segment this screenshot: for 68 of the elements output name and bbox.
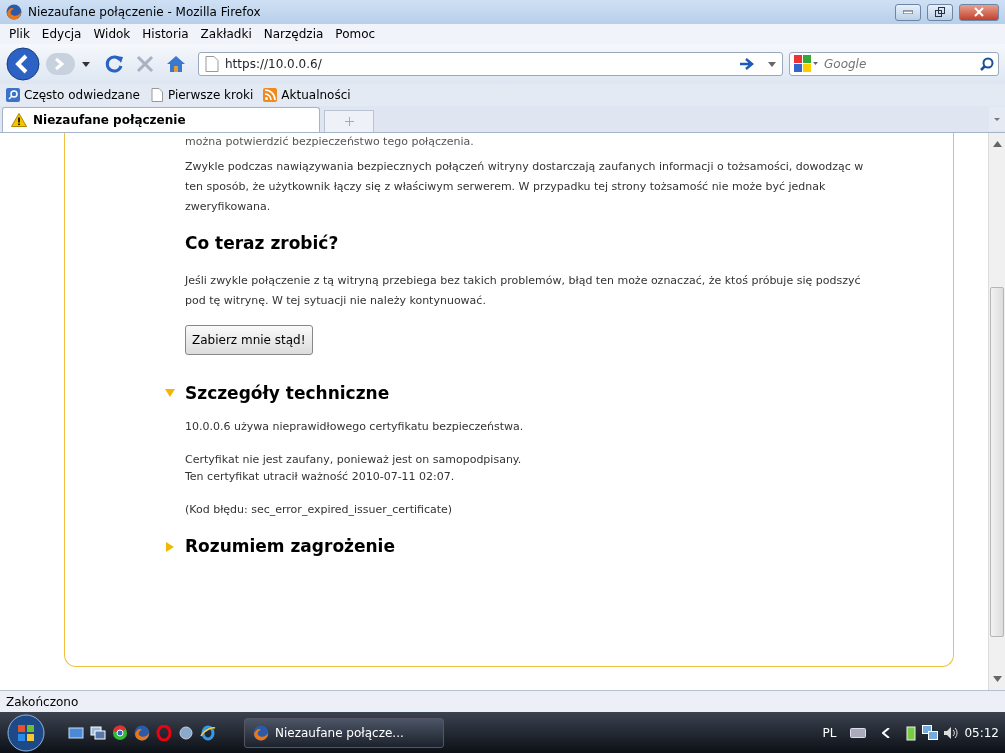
section-heading: Co teraz zrobić? xyxy=(185,232,340,255)
menu-item[interactable]: Pomoc xyxy=(330,25,381,43)
minimize-icon xyxy=(903,10,913,14)
start-button[interactable] xyxy=(6,713,46,752)
volume-icon[interactable] xyxy=(944,726,959,739)
window-switch-icon[interactable] xyxy=(90,724,106,741)
window-title: Niezaufane połączenie - Mozilla Firefox xyxy=(28,4,262,21)
firefox-icon xyxy=(6,4,22,20)
scroll-down-icon[interactable] xyxy=(992,676,1002,682)
close-button[interactable] xyxy=(959,3,999,21)
opera-icon[interactable] xyxy=(156,724,172,741)
section-heading[interactable]: Szczegóły techniczne xyxy=(185,380,390,406)
search-field[interactable]: Google xyxy=(822,54,976,74)
restore-button[interactable] xyxy=(927,3,953,21)
internet-explorer-icon[interactable] xyxy=(200,724,216,741)
text-line: (Kod błędu: sec_error_expired_issuer_certificate) xyxy=(185,502,454,518)
show-hidden-icons-icon[interactable] xyxy=(882,727,891,738)
menu-item[interactable]: Historia xyxy=(137,25,194,43)
tab[interactable]: Niezaufane połączenie xyxy=(2,107,320,132)
clock[interactable]: 05:12 xyxy=(964,723,999,742)
text-line: 10.0.0.6 używa nieprawidłowego certyfikatu bezpieczeństwa. xyxy=(185,419,525,435)
close-icon xyxy=(974,7,984,17)
taskbar-button[interactable]: Niezaufane połącze... xyxy=(244,717,444,748)
paragraph: Jeśli zwykle połączenie z tą witryną przebiega bez takich problemów, błąd ten może oznaczać, że ktoś próbuje się podszyć pod tę witrynę. W tej sytuacji nie należy kontynuować. xyxy=(185,272,862,309)
reload-icon[interactable] xyxy=(104,54,124,74)
menu-item[interactable]: Narzędzia xyxy=(258,25,329,43)
rss-feed-icon xyxy=(263,88,278,102)
plus-icon xyxy=(344,117,354,126)
firefox-icon xyxy=(253,724,269,741)
page-icon xyxy=(149,88,164,102)
search-icon[interactable] xyxy=(980,57,994,71)
search-engine-icon[interactable] xyxy=(794,55,818,73)
battery-icon[interactable] xyxy=(906,724,917,741)
text-line: Ten certyfikat utracił ważność 2010-07-11 02:07. xyxy=(185,469,456,485)
firefox-icon[interactable] xyxy=(134,724,150,741)
scroll-up-icon[interactable] xyxy=(992,141,1002,147)
home-icon[interactable] xyxy=(166,55,186,73)
smart-folder-icon xyxy=(6,88,20,102)
warning-icon xyxy=(11,113,27,127)
search-box[interactable]: Google xyxy=(789,52,999,76)
page-icon xyxy=(205,56,219,72)
scroll-thumb[interactable] xyxy=(990,287,1004,637)
desktop-icon[interactable] xyxy=(68,724,84,741)
status-text: Zakończono xyxy=(6,695,79,709)
bookmark-item[interactable]: Często odwiedzane xyxy=(6,86,140,104)
restore-icon xyxy=(935,7,945,17)
scrollbar[interactable] xyxy=(988,133,1005,690)
chrome-icon[interactable] xyxy=(112,724,128,741)
address-field[interactable]: https://10.0.0.6/ xyxy=(198,52,783,76)
menu-item[interactable]: Widok xyxy=(88,25,136,43)
bookmark-item[interactable]: Aktualności xyxy=(263,86,351,104)
dropdown-icon[interactable] xyxy=(768,61,776,67)
minimize-button[interactable] xyxy=(895,3,921,21)
menu-item[interactable]: Edycja xyxy=(36,25,87,43)
paragraph: Zwykle podczas nawiązywania bezpiecznych połączeń witryny dostarczają zaufanych informacji o tożsamości, dowodząc w ten sposób, że użytkownik łączy się z właściwym serwerem. W przypadku tej strony tożsamość nie może być jednak zweryfikowana. xyxy=(185,159,865,215)
menu-item[interactable]: Zakładki xyxy=(195,25,257,43)
menu-item[interactable]: Plik xyxy=(4,25,35,43)
history-dropdown-icon[interactable] xyxy=(82,61,90,67)
section-heading[interactable]: Rozumiem zagrożenie xyxy=(185,534,395,560)
text-line: Certyfikat nie jest zaufany, ponieważ jest on samopodpisany. xyxy=(185,452,523,468)
back-button[interactable] xyxy=(6,47,40,81)
network-icon[interactable] xyxy=(922,724,939,741)
keyboard-icon[interactable] xyxy=(850,727,867,738)
bookmark-item[interactable]: Pierwsze kroki xyxy=(149,86,254,104)
language-indicator[interactable]: PL xyxy=(822,723,837,742)
paragraph: można potwierdzić bezpieczeństwo tego połączenia. xyxy=(185,135,475,149)
get-me-out-button[interactable]: Zabierz mnie stąd! xyxy=(185,324,313,355)
go-arrow-icon[interactable] xyxy=(740,58,754,70)
